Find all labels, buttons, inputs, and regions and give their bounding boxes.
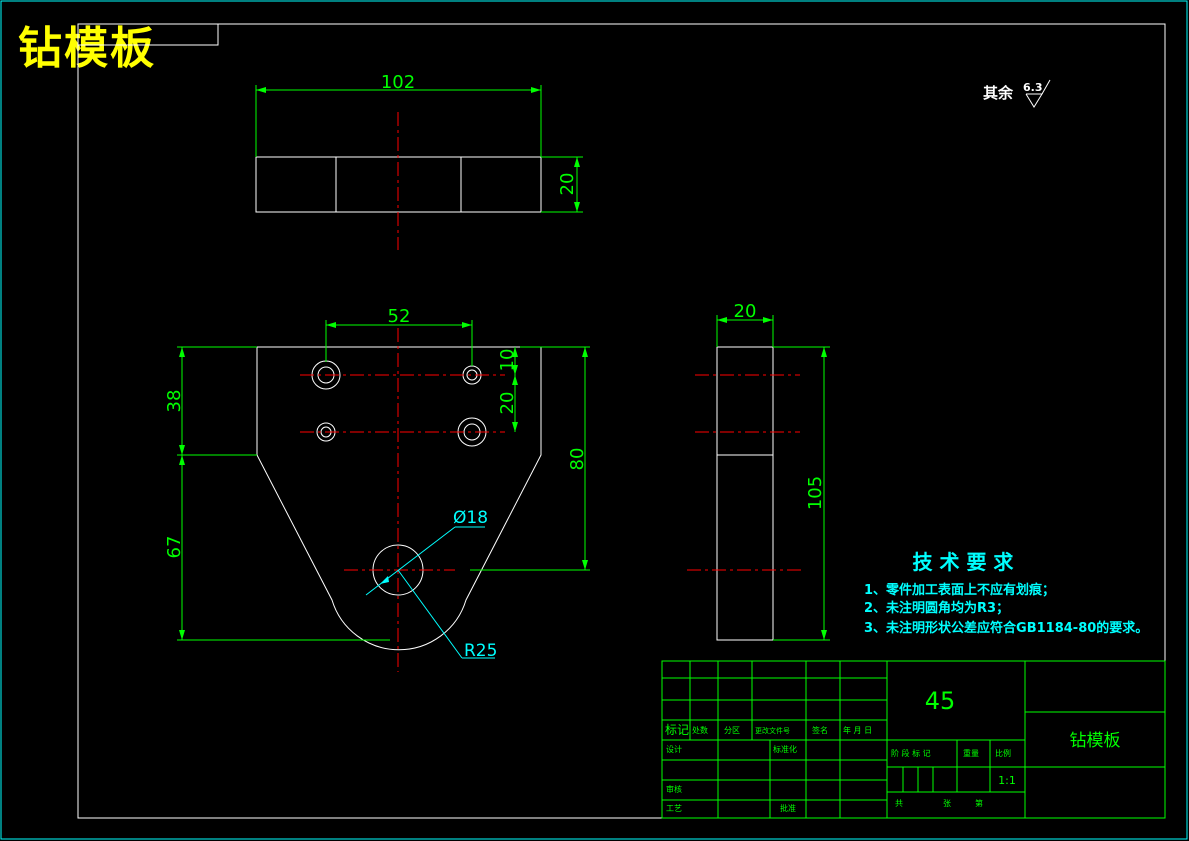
tech-req-item: 2、未注明圆角均为R3； [864,600,1009,616]
inner-border [77,23,1166,819]
label-review: 审核 [666,784,682,794]
label-sheet: 张 [943,799,951,808]
label-design: 设计 [666,744,682,754]
label-stage-mark: 阶 段 标 记 [891,748,931,758]
label-approve: 批准 [780,803,796,813]
roughness-value: 6.3 [1023,81,1043,94]
tech-req-item: 3、未注明形状公差应符合GB1184-80的要求。 [864,620,1148,636]
material-value: 45 [925,687,956,715]
dim-label-top-width: 102 [381,72,415,93]
dim-label-hole-spacing: 52 [388,306,411,327]
label-standardize: 标准化 [773,744,797,754]
dim-label-diameter: Ø18 [453,508,488,528]
top-view [255,112,542,250]
label-process: 工艺 [666,804,682,813]
surface-note-prefix: 其余 [983,84,1014,102]
roughness-symbol-icon [1025,93,1043,108]
label-sheet-total: 共 [895,799,903,808]
dim-label-top-thickness: 20 [557,173,578,196]
label-scale: 比例 [995,748,1011,758]
row-label-zone: 分区 [724,726,740,735]
tech-req-heading: 技 术 要 求 [913,550,1015,574]
title-box [77,24,219,46]
dim-label-hole-offset: 10 [497,349,518,372]
cad-drawing: 其余 6.3 102 20 52 10 20 38 67 80 Ø18 R25 … [0,0,1188,840]
row-label-date: 年 月 日 [843,725,872,735]
dim-label-side-height: 105 [805,476,826,510]
dim-label-radius: R25 [464,641,497,661]
dim-label-left-lower: 67 [164,536,185,559]
row-label-count: 处数 [692,725,708,735]
dim-label-side-width: 20 [734,301,757,322]
roughness-tail [1041,79,1051,95]
scale-value: 1:1 [998,774,1016,787]
row-label-change-doc: 更改文件号 [755,726,790,735]
dim-label-hole-row-gap: 20 [497,392,518,415]
label-weight: 重量 [963,748,979,758]
dim-label-right-height: 80 [567,448,588,471]
row-label-mark: 标记 [665,723,689,737]
outer-border [0,0,1188,840]
row-label-signature: 签名 [812,725,828,735]
label-sheet-num: 第 [975,798,983,808]
part-name: 钻模板 [1070,731,1121,751]
tech-req-item: 1、零件加工表面上不应有划痕； [864,582,1055,598]
side-view [687,346,805,641]
leader-diameter [365,526,485,596]
front-view [256,328,542,672]
dim-label-left-upper: 38 [164,390,185,413]
dim-left-heights [177,346,390,641]
